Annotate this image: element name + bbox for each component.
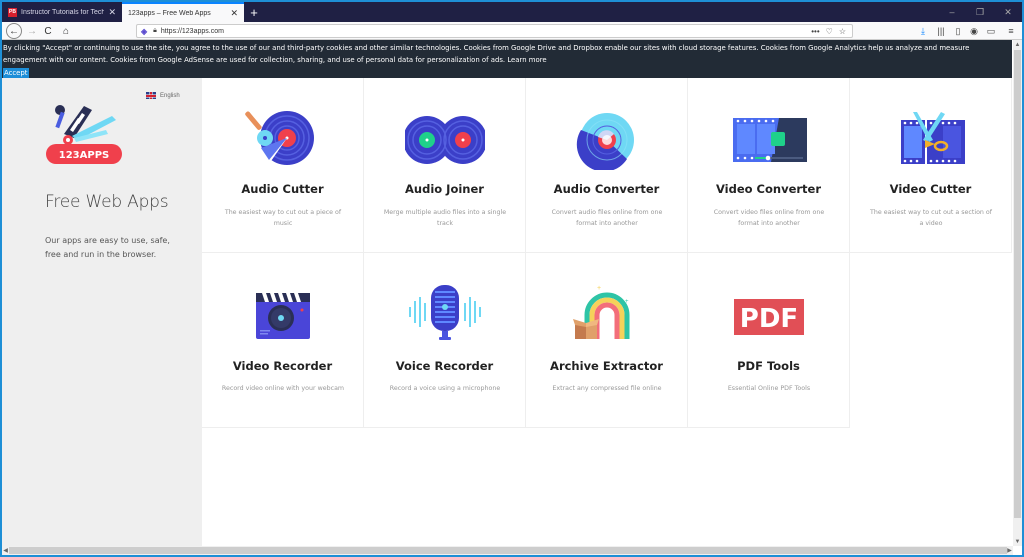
app-card-voice-recorder[interactable]: Voice Recorder Record a voice using a mi… (364, 253, 526, 428)
horizontal-scroll-thumb[interactable] (9, 547, 1007, 554)
restore-button[interactable]: ❐ (966, 2, 994, 22)
pdf-icon: PDF (734, 299, 804, 335)
app-description: Convert audio files online from one form… (551, 209, 663, 227)
app-description: The easiest way to cut out a piece of mu… (224, 209, 342, 227)
audio-converter-icon (576, 113, 634, 170)
svg-text:+: + (625, 299, 629, 305)
page-actions-icon[interactable]: ••• (811, 27, 819, 36)
audio-cutter-icon (245, 111, 314, 165)
horizontal-scrollbar[interactable]: ◀ ▶ (2, 546, 1013, 555)
video-cutter-icon (901, 112, 965, 164)
sidebar: English 123APPS Free Web Apps Our apps a… (2, 78, 202, 546)
video-converter-icon (733, 118, 807, 162)
tracking-protection-icon[interactable]: ◈ (141, 27, 147, 36)
app-description: Record video online with your webcam (221, 385, 345, 392)
app-description: Merge multiple audio files into a single… (383, 209, 507, 227)
back-button[interactable]: ← (6, 23, 22, 39)
app-title: Audio Joiner (405, 182, 484, 196)
learn-more-link[interactable]: Learn more (507, 56, 546, 64)
new-tab-button[interactable]: + (246, 2, 262, 22)
sidebar-icon[interactable]: ▯ (952, 25, 964, 37)
close-window-button[interactable]: ✕ (994, 2, 1022, 22)
library-icon[interactable]: ||| (935, 25, 947, 37)
app-card-video-cutter[interactable]: Video Cutter The easiest way to cut out … (850, 78, 1012, 253)
video-recorder-icon (256, 293, 310, 339)
notes-icon[interactable]: ▭ (985, 25, 997, 37)
tab-123apps[interactable]: 123apps – Free Web Apps ✕ (122, 2, 244, 22)
sidebar-title: Free Web Apps (45, 192, 169, 212)
forward-button[interactable]: → (24, 23, 40, 39)
app-description: Record a voice using a microphone (389, 385, 501, 392)
favicon-icon: PB (8, 7, 17, 17)
tab-label: 123apps – Free Web Apps (128, 9, 211, 17)
home-button[interactable]: ⌂ (58, 23, 74, 39)
navigation-bar: ← → C ⌂ ◈ 🔒︎ https://123apps.com ••• ♡ ☆… (2, 22, 1022, 40)
app-card-audio-cutter[interactable]: Audio Cutter The easiest way to cut out … (202, 78, 364, 253)
sidebar-description: Our apps are easy to use, safe, free and… (45, 236, 170, 259)
uk-flag-icon (146, 92, 156, 99)
scroll-left-icon[interactable]: ◀ (2, 546, 9, 555)
app-title: Archive Extractor (550, 359, 663, 373)
app-title: Audio Cutter (241, 182, 324, 196)
scroll-down-icon[interactable]: ▼ (1013, 537, 1022, 546)
voice-recorder-icon (409, 285, 481, 340)
cookie-banner: By clicking "Accept" or continuing to us… (2, 40, 1012, 78)
browser-window: PB Instructor Tutorials for Technol ✕ 12… (2, 2, 1022, 555)
url-text[interactable]: https://123apps.com (161, 28, 811, 35)
accept-button[interactable]: Accept (3, 67, 29, 78)
app-title: Audio Converter (553, 182, 660, 196)
audio-joiner-icon (405, 116, 485, 164)
app-card-video-recorder[interactable]: Video Recorder Record video online with … (202, 253, 364, 428)
language-selector[interactable]: English (146, 92, 180, 99)
svg-text:+: + (597, 285, 601, 292)
download-icon[interactable]: ⤓ (917, 25, 929, 37)
apps-grid: Audio Cutter The easiest way to cut out … (202, 78, 1014, 546)
app-title: Video Cutter (889, 182, 972, 196)
pdf-icon-text: PDF (740, 304, 798, 334)
close-tab-icon[interactable]: ✕ (230, 8, 238, 19)
url-bar[interactable]: ◈ 🔒︎ https://123apps.com ••• ♡ ☆ (136, 24, 853, 38)
app-title: Video Recorder (232, 359, 333, 373)
app-title: Video Converter (715, 182, 822, 196)
app-description: Essential Online PDF Tools (727, 385, 811, 392)
lock-icon[interactable]: 🔒︎ (153, 27, 157, 35)
cookie-text: By clicking "Accept" or continuing to us… (3, 44, 970, 65)
svg-text:+: + (615, 323, 619, 329)
app-card-pdf-tools[interactable]: PDF PDF Tools Essential Online PDF Tools (688, 253, 850, 428)
menu-icon[interactable]: ≡ (1005, 25, 1017, 37)
pocket-icon[interactable]: ♡ (826, 27, 833, 36)
vertical-scrollbar[interactable]: ▲ ▼ (1013, 40, 1022, 546)
account-icon[interactable]: ◉ (968, 25, 980, 37)
app-description: Extract any compressed file online (552, 385, 662, 392)
tab-instructor-tutorials[interactable]: PB Instructor Tutorials for Technol ✕ (2, 2, 122, 22)
language-label: English (160, 92, 180, 99)
vertical-scroll-thumb[interactable] (1014, 50, 1021, 518)
close-tab-icon[interactable]: ✕ (108, 7, 116, 18)
scroll-up-icon[interactable]: ▲ (1013, 40, 1022, 49)
bookmark-star-icon[interactable]: ☆ (839, 27, 846, 36)
app-card-audio-joiner[interactable]: Audio Joiner Merge multiple audio files … (364, 78, 526, 253)
app-card-audio-converter[interactable]: Audio Converter Convert audio files onli… (526, 78, 688, 253)
app-card-archive-extractor[interactable]: + + + Archive Extractor Extract any comp… (526, 253, 688, 428)
123apps-logo[interactable]: 123APPS (44, 102, 124, 166)
app-description: Convert video files online from one form… (713, 209, 825, 227)
reload-button[interactable]: C (40, 23, 56, 39)
app-description: The easiest way to cut out a section of … (869, 209, 992, 227)
archive-extractor-icon: + + + (573, 285, 630, 339)
scroll-right-icon[interactable]: ▶ (1006, 546, 1013, 555)
app-title: Voice Recorder (395, 359, 494, 373)
tab-bar: PB Instructor Tutorials for Technol ✕ 12… (2, 2, 1022, 22)
app-title: PDF Tools (737, 359, 800, 373)
tab-label: Instructor Tutorials for Technol (21, 8, 105, 16)
logo-text: 123APPS (59, 150, 109, 161)
app-card-video-converter[interactable]: Video Converter Convert video files onli… (688, 78, 850, 253)
minimize-button[interactable]: – (938, 2, 966, 22)
